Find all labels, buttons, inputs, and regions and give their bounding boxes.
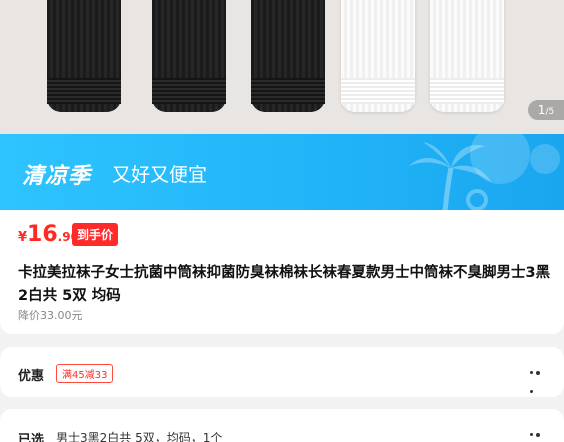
sock-image: [251, 0, 325, 112]
selected-label: 已选: [18, 433, 45, 442]
price-currency: ¥: [18, 230, 28, 245]
product-image-gallery[interactable]: 1/5: [0, 0, 564, 134]
palm-tree-icon: [409, 142, 491, 210]
sock-image: [152, 0, 226, 112]
product-title: 卡拉美拉袜子女士抗菌中筒袜抑菌防臭袜棉袜长袜春夏款男士中筒袜不臭脚男士3黑2白共…: [18, 265, 551, 304]
selected-value: 男士3黑2白共 5双，均码，1个: [56, 431, 223, 442]
more-icon[interactable]: [530, 370, 548, 393]
final-price-badge: 到手价: [72, 223, 119, 246]
decor-bubble: [530, 144, 560, 174]
price-card: ¥16.90 到手价 卡拉美拉袜子女士抗菌中筒袜抑菌防臭袜棉袜长袜春夏款男士中筒…: [0, 210, 564, 334]
promo-banner[interactable]: 清凉季 又好又便宜: [0, 134, 564, 210]
coupon-label: 优惠: [18, 369, 45, 384]
selected-spec-row[interactable]: 已选 男士3黑2白共 5双，均码，1个: [0, 409, 564, 442]
price-integer: 16: [27, 222, 58, 247]
sock-image: [341, 0, 415, 112]
image-pager-indicator: 1/5: [528, 100, 564, 120]
original-price-note: 降价33.00元: [18, 309, 83, 322]
sock-image: [430, 0, 504, 112]
more-icon[interactable]: [530, 432, 548, 439]
banner-title: 清凉季: [22, 164, 92, 189]
banner-subtitle: 又好又便宜: [112, 164, 208, 186]
pager-total: /5: [545, 107, 555, 117]
coupon-tag[interactable]: 满45减33: [56, 364, 114, 383]
sock-image: [47, 0, 121, 112]
coupon-row[interactable]: 优惠 满45减33: [0, 347, 564, 397]
price: ¥16.90: [18, 222, 79, 247]
